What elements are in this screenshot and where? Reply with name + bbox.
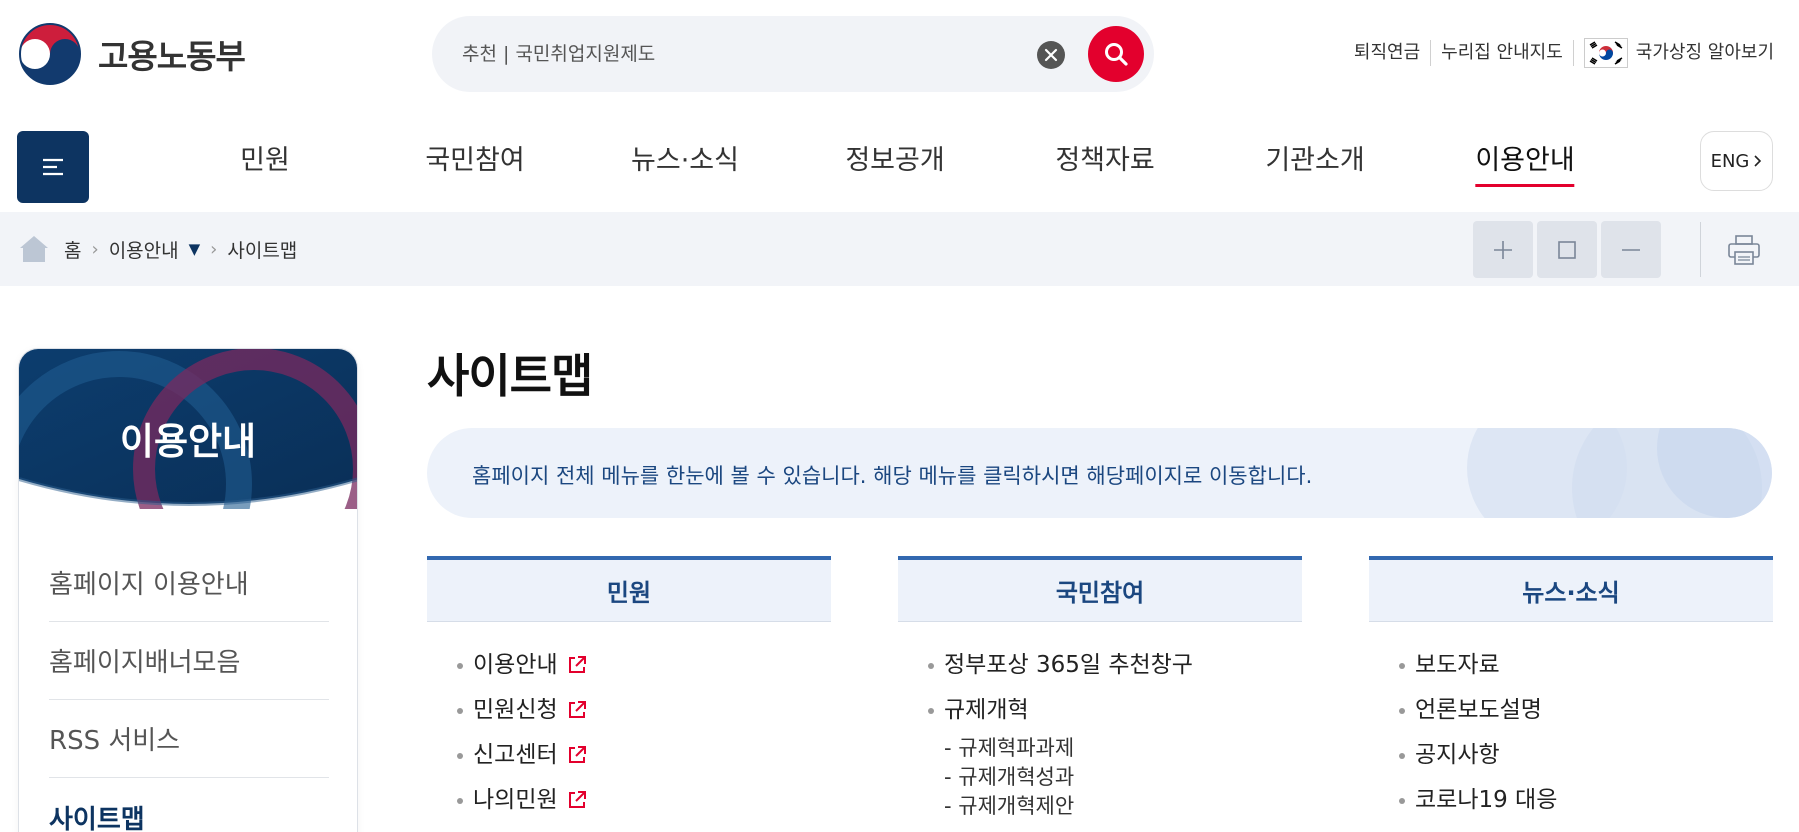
list-item[interactable]: 민원신청 [457,695,831,740]
main-navigation: 민원 국민참여 뉴스·소식 정보공개 정책자료 기관소개 이용안내 [160,138,1610,188]
side-item-homepage-guide[interactable]: 홈페이지 이용안내 [49,544,329,622]
list-item[interactable]: 나의민원 [457,785,831,830]
search-box [432,16,1154,92]
intro-banner: 홈페이지 전체 메뉴를 한눈에 볼 수 있습니다. 해당 메뉴를 클릭하시면 해… [427,428,1772,518]
chevron-right-icon: › [210,238,218,260]
list-item-label: 규제개혁 [944,697,1029,723]
list-item[interactable]: 신고센터 [457,740,831,785]
list-item-label: 보도자료 [1415,652,1500,678]
gnb-item-policy[interactable]: 정책자료 [1055,138,1154,177]
sub-list-item[interactable]: - 규제개혁성과 [944,763,1302,792]
breadcrumb-home[interactable]: 홈 [64,236,81,263]
gnb-item-participation[interactable]: 국민참여 [425,138,524,177]
side-navigation: 이용안내 홈페이지 이용안내 홈페이지배너모음 RSS 서비스 사이트맵 [18,348,358,832]
side-item-banners[interactable]: 홈페이지배너모음 [49,622,329,700]
breadcrumb: 홈 › 이용안내 ▼ › 사이트맵 [18,234,297,264]
taegeuk-logo-icon [17,21,83,87]
list-item-label: 언론보도설명 [1415,697,1542,723]
hamburger-icon [43,158,63,176]
external-link-icon [568,746,586,763]
side-item-rss[interactable]: RSS 서비스 [49,700,329,778]
list-item-label: 신고센터 [473,742,558,768]
sub-list-item[interactable]: - 규제개혁제안 [944,792,1302,821]
chevron-right-icon: › [91,238,99,260]
page-title: 사이트맵 [427,349,593,403]
eng-label: ENG [1710,150,1750,172]
external-link-icon [568,791,586,808]
all-menu-button[interactable] [17,131,89,203]
breadcrumb-current: 사이트맵 [227,239,298,262]
list-item[interactable]: 언론보도설명 [1399,695,1773,740]
search-input[interactable] [462,16,1022,92]
gnb-item-civil[interactable]: 민원 [240,138,290,177]
logo-text: 고용노동부 [98,37,246,76]
column-heading[interactable]: 민원 [427,556,831,622]
breadcrumb-bar: 홈 › 이용안내 ▼ › 사이트맵 [0,212,1799,286]
plus-icon [1494,240,1512,259]
zoom-in-button[interactable] [1473,221,1533,278]
list-item-label: 나의민원 [473,787,558,813]
gnb-item-about[interactable]: 기관소개 [1265,138,1364,177]
chevron-right-icon [1754,155,1762,167]
list-item[interactable]: 이용안내 [457,650,831,695]
list-item[interactable]: 규제개혁 [928,695,1302,740]
sitemap-column-news: 뉴스·소식 보도자료 언론보도설명 공지사항 코로나19 대응 [1369,556,1773,830]
column-heading[interactable]: 국민참여 [898,556,1302,622]
list-item-label: 정부포상 365일 추천창구 [944,652,1193,678]
external-link-icon [568,701,586,718]
list-item-label: 이용안내 [473,652,558,678]
external-link-icon [568,656,586,673]
minus-icon [1622,248,1640,251]
english-site-button[interactable]: ENG [1700,131,1773,191]
side-title: 이용안내 [119,420,257,463]
dropdown-triangle-icon[interactable]: ▼ [189,240,201,258]
intro-text: 홈페이지 전체 메뉴를 한눈에 볼 수 있습니다. 해당 메뉴를 클릭하시면 해… [472,464,1313,488]
gnb-item-information[interactable]: 정보공개 [845,138,944,177]
printer-icon [1728,235,1760,265]
close-icon [1044,48,1058,62]
sitemap-column-participation: 국민참여 정부포상 365일 추천창구 규제개혁 - 규제혁파과제 - 규제개혁… [898,556,1302,821]
column-heading[interactable]: 뉴스·소식 [1369,556,1773,622]
list-item-label: 코로나19 대응 [1415,787,1558,813]
list-item[interactable]: 코로나19 대응 [1399,785,1773,830]
sitemap-column-civil: 민원 이용안내 민원신청 신고센터 나의민원 [427,556,831,830]
list-item[interactable]: 정부포상 365일 추천창구 [928,650,1302,695]
print-button[interactable] [1719,225,1769,275]
list-item-label: 공지사항 [1415,742,1500,768]
side-header: 이용안내 [19,349,357,509]
clear-search-button[interactable] [1037,41,1065,69]
gnb-item-news[interactable]: 뉴스·소식 [631,138,739,177]
util-link-label: 국가상징 알아보기 [1635,42,1774,63]
search-button[interactable] [1088,26,1144,82]
zoom-tools [1473,221,1661,278]
zoom-out-button[interactable] [1601,221,1661,278]
utility-links: 퇴직연금 누리집 안내지도 국가상징 알아보기 [1344,38,1774,68]
column-list: 정부포상 365일 추천창구 규제개혁 [898,622,1302,740]
site-logo[interactable]: 고용노동부 [16,20,246,88]
breadcrumb-guide[interactable]: 이용안내 [109,236,179,263]
search-icon [1105,43,1128,66]
list-item[interactable]: 공지사항 [1399,740,1773,785]
zoom-reset-button[interactable] [1537,221,1597,278]
side-menu-list: 홈페이지 이용안내 홈페이지배너모음 RSS 서비스 사이트맵 [49,544,329,832]
korean-flag-icon [1583,38,1628,68]
util-link-pension[interactable]: 퇴직연금 [1344,40,1432,66]
column-list: 이용안내 민원신청 신고센터 나의민원 [427,622,831,830]
divider [1700,222,1701,277]
home-icon [20,236,48,262]
list-item-label: 민원신청 [473,697,558,723]
sub-list: - 규제혁파과제 - 규제개혁성과 - 규제개혁제안 [898,734,1302,821]
util-link-sitemap-guide[interactable]: 누리집 안내지도 [1431,40,1574,66]
column-list: 보도자료 언론보도설명 공지사항 코로나19 대응 [1369,622,1773,830]
side-item-sitemap[interactable]: 사이트맵 [49,778,329,832]
gnb-item-guide[interactable]: 이용안내 [1475,138,1576,187]
square-icon [1558,240,1576,259]
list-item[interactable]: 보도자료 [1399,650,1773,695]
util-link-national-symbols[interactable]: 국가상징 알아보기 [1574,38,1774,68]
